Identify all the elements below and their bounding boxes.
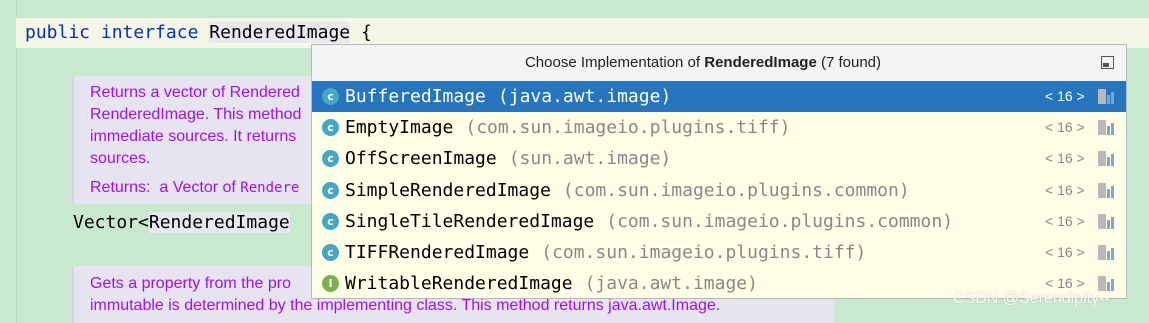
title-name: RenderedImage [704, 54, 817, 71]
class-name: EmptyImage [345, 117, 454, 139]
item-label: TIFFRenderedImage (com.sun.imageio.plugin… [345, 237, 866, 268]
item-label: EmptyImage (com.sun.imageio.plugins.tiff) [345, 112, 790, 143]
implementation-item-OffScreenImage[interactable]: c OffScreenImage (sun.awt.image) < 16 > [312, 143, 1126, 174]
class-name: SingleTileRenderedImage [345, 210, 595, 232]
library-icon [1098, 244, 1116, 260]
jdk-version: < 16 > [1045, 150, 1085, 167]
title-prefix: Choose Implementation of [524, 54, 705, 71]
sig-prefix: Vector< [73, 212, 149, 233]
class-icon: c [322, 88, 339, 105]
library-icon [1098, 213, 1116, 229]
library-icon [1098, 120, 1116, 136]
item-label: BufferedImage (java.awt.image) [345, 81, 671, 112]
implementation-item-SingleTileRenderedImage[interactable]: c SingleTileRenderedImage (com.sun.imageio… [312, 206, 1126, 237]
watermark: CSDN @Serendipity-- [953, 290, 1110, 307]
class-icon: c [322, 212, 339, 230]
package-name: (com.sun.imageio.plugins.common) [562, 179, 910, 201]
jdk-version: < 16 > [1045, 243, 1085, 260]
returns-code: Rendere [240, 180, 300, 196]
doc-line: Gets a property from the pro [90, 275, 291, 292]
package-name: (com.sun.imageio.plugins.tiff) [465, 117, 791, 139]
title-suffix: (7 found) [816, 54, 882, 71]
class-name: BufferedImage [345, 86, 486, 107]
class-icon: c [322, 150, 339, 168]
implementation-list[interactable]: c BufferedImage (java.awt.image) < 16 > c Emp… [312, 81, 1126, 299]
item-label: SimpleRenderedImage (com.sun.imageio.plug… [345, 175, 910, 206]
doc-returns: Returns: a Vector of Rendere [90, 177, 299, 199]
interface-name[interactable]: RenderedImage [209, 22, 351, 43]
package-name: (sun.awt.image) [508, 148, 672, 170]
item-label: OffScreenImage (sun.awt.image) [345, 143, 671, 174]
jdk-version: < 16 > [1045, 181, 1085, 198]
class-name: OffScreenImage [345, 148, 497, 170]
keyword-public: public [25, 22, 91, 43]
class-icon: c [322, 243, 339, 261]
library-icon [1098, 182, 1116, 198]
sig-type[interactable]: RenderedImage [148, 212, 290, 233]
returns-label: Returns: a Vector of [90, 179, 241, 196]
implementation-item-BufferedImage[interactable]: c BufferedImage (java.awt.image) < 16 > [312, 81, 1126, 113]
doc-line: RenderedImage. This method [90, 106, 302, 123]
choose-implementation-popup[interactable]: Choose Implementation of RenderedImage (… [311, 44, 1127, 299]
method-signature[interactable]: Vector<RenderedImage [73, 208, 290, 238]
implementation-item-EmptyImage[interactable]: c EmptyImage (com.sun.imageio.plugins.tiff… [312, 112, 1126, 143]
class-icon: c [322, 119, 339, 137]
open-in-window-icon[interactable] [1101, 56, 1114, 69]
class-name: TIFFRenderedImage [345, 241, 530, 263]
package-name: (com.sun.imageio.plugins.tiff) [541, 241, 867, 263]
doc-line: Returns a vector of Rendered [90, 84, 300, 101]
jdk-version: < 16 > [1045, 212, 1085, 229]
popup-header: Choose Implementation of RenderedImage (… [312, 45, 1126, 82]
doc-line: immediate sources. It returns [90, 128, 297, 145]
jdk-version: < 16 > [1045, 88, 1085, 104]
library-icon [1098, 89, 1116, 104]
class-name: WritableRenderedImage [345, 273, 573, 295]
keyword-interface: interface [100, 22, 199, 43]
class-icon: c [322, 181, 339, 199]
item-label: WritableRenderedImage (java.awt.image) [345, 268, 758, 299]
package-name: (com.sun.imageio.plugins.common) [606, 210, 954, 232]
editor-gutter [0, 0, 17, 323]
popup-title: Choose Implementation of RenderedImage (… [312, 45, 1094, 81]
package-name: (java.awt.image) [584, 273, 758, 295]
package-name: (java.awt.image) [497, 86, 672, 107]
library-icon [1098, 151, 1116, 167]
implementation-item-TIFFRenderedImage[interactable]: c TIFFRenderedImage (com.sun.imageio.plugi… [312, 237, 1126, 268]
implementation-item-SimpleRenderedImage[interactable]: c SimpleRenderedImage (com.sun.imageio.plu… [312, 175, 1126, 206]
javadoc-block-1: Returns a vector of Rendered RenderedIma… [72, 76, 334, 204]
library-icon [1098, 276, 1116, 292]
jdk-version: < 16 > [1045, 119, 1085, 136]
doc-line: sources. [90, 150, 151, 167]
class-name: SimpleRenderedImage [345, 179, 551, 201]
item-label: SingleTileRenderedImage (com.sun.imageio.… [345, 206, 953, 237]
open-brace: { [361, 22, 372, 43]
interface-icon: I [322, 275, 339, 293]
